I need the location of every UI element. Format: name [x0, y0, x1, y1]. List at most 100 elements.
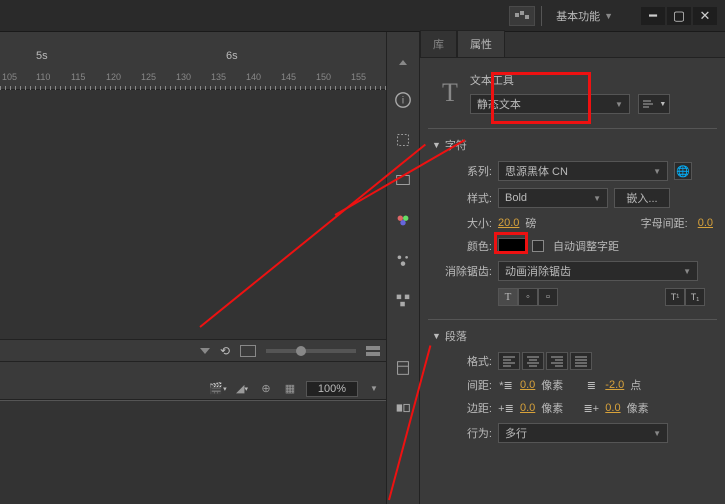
frame-tick: 135 [211, 72, 226, 82]
workspace-label: 基本功能 [556, 8, 600, 24]
subscript-button[interactable]: T₁ [685, 288, 705, 306]
superscript-toggle[interactable]: ◦ [518, 288, 538, 306]
margin-left-input[interactable]: 0.0 [520, 402, 535, 414]
behavior-label: 行为: [448, 425, 492, 441]
frame-tick: 110 [36, 72, 50, 82]
clip-icon[interactable]: ▦ [282, 381, 298, 397]
separator [541, 6, 542, 26]
font-size-input[interactable]: 20.0 [498, 217, 519, 229]
margin-left-icon: +≣ [498, 400, 514, 416]
timeline-body[interactable] [0, 90, 386, 340]
section-character-toggle[interactable]: ▼ 字符 [432, 137, 713, 153]
align-left-button[interactable] [498, 352, 520, 370]
behavior-dropdown[interactable]: 多行 ▼ [498, 423, 668, 443]
frame-tick: 145 [281, 72, 296, 82]
frame-tick: 140 [246, 72, 261, 82]
scene-menu-icon[interactable]: 🎬▾ [210, 381, 226, 397]
zoom-menu-icon[interactable]: ▼ [366, 381, 382, 397]
timeline-controls: ⟲ [0, 340, 386, 362]
dock-strip: i [386, 32, 420, 504]
transform-panel-icon[interactable] [390, 127, 416, 153]
minimize-button[interactable]: ━ [641, 7, 665, 25]
maximize-button[interactable]: ▢ [667, 7, 691, 25]
chevron-down-icon: ▼ [653, 429, 661, 438]
frame-tick: 155 [351, 72, 366, 82]
library-panel-icon[interactable] [390, 355, 416, 381]
superscript-button[interactable]: T¹ [665, 288, 685, 306]
swatches-panel-icon[interactable] [390, 207, 416, 233]
center-stage-icon[interactable]: ⊕ [258, 381, 274, 397]
tab-properties[interactable]: 属性 [457, 30, 505, 57]
behavior-value: 多行 [505, 425, 527, 441]
tool-title: 文本工具 [470, 72, 711, 88]
zoom-value: 100% [318, 383, 346, 395]
frame-tick: 130 [176, 72, 191, 82]
selectable-toggle[interactable]: T [498, 288, 518, 306]
arrow-down-icon: ▼ [432, 331, 441, 341]
section-paragraph: ▼ 段落 格式: 间距: *≣ 0.0 像素 [428, 319, 717, 456]
text-color-swatch[interactable] [498, 238, 526, 254]
components-panel-icon[interactable] [390, 395, 416, 421]
letter-spacing-input[interactable]: 0.0 [698, 217, 713, 229]
chevron-down-icon: ▼ [659, 101, 666, 108]
frame-tick: 120 [106, 72, 121, 82]
extensions-button[interactable] [509, 6, 535, 26]
dock-expand-icon[interactable] [399, 60, 407, 65]
frame-tick: 150 [316, 72, 331, 82]
indent-left-icon: *≣ [498, 377, 514, 393]
text-type-value: 静态文本 [477, 96, 521, 112]
font-source-button[interactable]: 🌐 [674, 162, 692, 180]
zoom-input[interactable]: 100% [306, 381, 358, 397]
frame-tick: 105 [2, 72, 17, 82]
arrow-down-icon: ▼ [432, 140, 441, 150]
text-tool-icon: T [442, 78, 458, 108]
chevron-down-icon: ▼ [593, 194, 601, 203]
autokern-label: 自动调整字距 [553, 238, 619, 254]
tab-library[interactable]: 库 [420, 30, 457, 57]
spacing-left-input[interactable]: 0.0 [520, 379, 535, 391]
info-panel-icon[interactable]: i [390, 87, 416, 113]
loop-icon[interactable]: ⟲ [220, 344, 230, 358]
align-justify-button[interactable] [570, 352, 592, 370]
stage[interactable] [0, 400, 386, 504]
subscript-toggle[interactable]: ▫ [538, 288, 558, 306]
autokern-checkbox[interactable] [532, 240, 544, 252]
workspace-switcher[interactable]: 基本功能 ▼ [548, 6, 621, 26]
embed-button[interactable]: 嵌入... [614, 188, 670, 208]
align-right-button[interactable] [546, 352, 568, 370]
font-style-value: Bold [505, 192, 527, 204]
align-center-button[interactable] [522, 352, 544, 370]
text-type-dropdown[interactable]: 静态文本 ▼ [470, 94, 630, 114]
top-bar: 基本功能 ▼ ━ ▢ ✕ [0, 0, 725, 32]
font-size-unit: 磅 [525, 215, 536, 231]
chevron-down-icon: ▼ [615, 100, 623, 109]
font-size-label: 大小: [448, 215, 492, 231]
spacing-right-input[interactable]: -2.0 [605, 379, 624, 391]
indent-right-icon: ≣ [583, 377, 599, 393]
text-orientation-button[interactable]: ▼ [638, 94, 670, 114]
time-mark: 6s [226, 50, 238, 62]
rect-panel-icon[interactable] [390, 167, 416, 193]
format-label: 格式: [448, 353, 492, 369]
antialias-label: 消除锯齿: [432, 263, 492, 279]
zoom-slider[interactable] [266, 349, 356, 353]
align-panel-icon[interactable] [390, 287, 416, 313]
font-family-dropdown[interactable]: 思源黑体 CN ▼ [498, 161, 668, 181]
left-area: 5s 6s 105 110 115 120 125 130 135 140 14… [0, 32, 386, 504]
svg-text:i: i [402, 96, 404, 107]
antialias-dropdown[interactable]: 动画消除锯齿 ▼ [498, 261, 698, 281]
margin-right-input[interactable]: 0.0 [605, 402, 620, 414]
chevron-down-icon: ▼ [683, 267, 691, 276]
chevron-down-icon: ▼ [604, 11, 613, 21]
font-style-dropdown[interactable]: Bold ▼ [498, 188, 608, 208]
symbol-menu-icon[interactable]: ◢▾ [234, 381, 250, 397]
slider-thumb[interactable] [296, 346, 306, 356]
close-button[interactable]: ✕ [693, 7, 717, 25]
timeline-ruler[interactable]: 5s 6s 105 110 115 120 125 130 135 140 14… [0, 50, 386, 80]
panel-tabs: 库 属性 [420, 32, 725, 58]
section-paragraph-toggle[interactable]: ▼ 段落 [432, 328, 713, 344]
color-panel-icon[interactable] [390, 247, 416, 273]
zoom-max-icon[interactable] [366, 346, 380, 356]
timeline-menu-icon[interactable] [200, 348, 210, 354]
marker-icon[interactable] [240, 345, 256, 357]
